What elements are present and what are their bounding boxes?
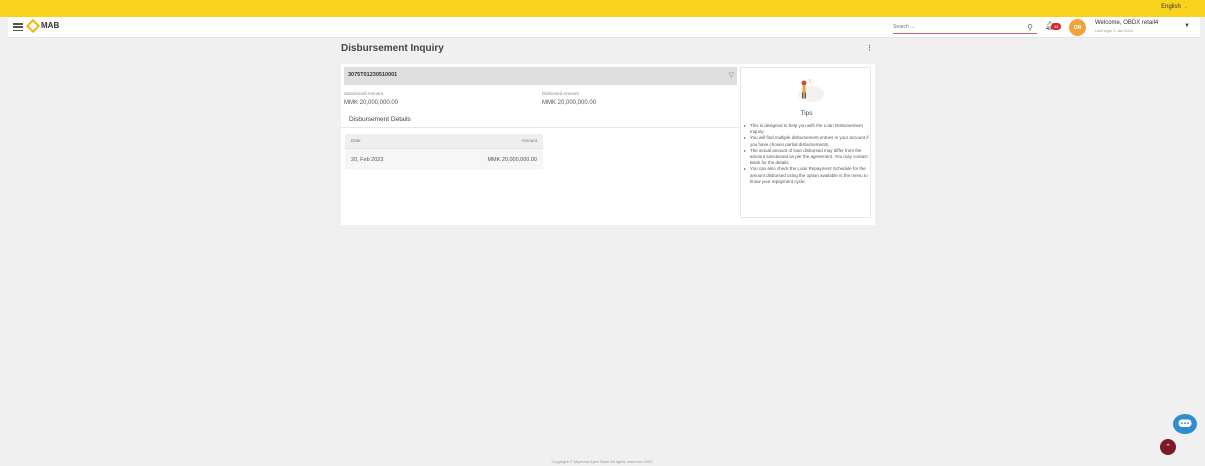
- column-header-date: Date: [351, 138, 361, 143]
- row-date: 20, Feb 2023: [351, 157, 384, 163]
- row-amount: MMK 20,000,000.00: [487, 157, 537, 163]
- tip-item: You can also check the Loan Repayment Sc…: [744, 166, 870, 185]
- bank-logo[interactable]: MAB: [25, 18, 60, 34]
- disbursed-label: Disbursed Amount: [542, 91, 579, 96]
- footer-copyright: Copyright © Myanma Apex Bank All rights …: [551, 459, 654, 464]
- disbursement-details-title: Disbursement Details: [349, 116, 411, 123]
- disbursement-table: Date Amount 20, Feb 2023 MMK 20,000,000.…: [345, 134, 543, 170]
- tips-panel: ? Tips This is designed to help you with…: [740, 67, 871, 218]
- notification-badge[interactable]: 12: [1051, 23, 1062, 30]
- search-box[interactable]: ⚲: [893, 21, 1037, 34]
- svg-text:?: ?: [808, 79, 811, 86]
- top-bar: English ⌄: [0, 0, 1205, 17]
- disbursed-value: MMK 20,000,000.00: [542, 100, 597, 106]
- chat-icon: [1178, 419, 1192, 427]
- logo-diamond-icon: [25, 18, 41, 34]
- hamburger-icon[interactable]: [13, 23, 23, 31]
- tips-illustration-icon: ?: [798, 79, 824, 102]
- table-row: 20, Feb 2023 MMK 20,000,000.00: [345, 148, 543, 170]
- page-title: Disbursement Inquiry: [341, 43, 444, 54]
- inquiry-card: 3075T01230510001 ▽ Sanctioned Amount MMK…: [341, 64, 875, 225]
- tip-item: The actual amount of loan disbursed may …: [744, 148, 870, 167]
- header: MAB ⚲ 🔔︎ 12 OR Welcome, OBDX retail4 Las…: [8, 17, 1200, 38]
- sanctioned-label: Sanctioned Amount: [344, 91, 384, 96]
- avatar[interactable]: OR: [1069, 19, 1086, 36]
- tip-item: You will find multiple disbursement entr…: [744, 135, 870, 147]
- tips-list: This is designed to help you with the Lo…: [744, 123, 870, 185]
- account-number: 3075T01230510001: [348, 72, 398, 78]
- chevron-up-icon: ⌃: [1165, 444, 1171, 451]
- search-input[interactable]: [893, 24, 1003, 30]
- column-header-amount: Amount: [521, 138, 537, 143]
- chevron-down-icon[interactable]: ▽: [729, 71, 734, 79]
- welcome-text: Welcome, OBDX retail4: [1095, 20, 1159, 26]
- divider: [341, 127, 739, 128]
- user-menu-chevron-down-icon[interactable]: ▼: [1184, 23, 1190, 29]
- search-icon[interactable]: ⚲: [1027, 23, 1033, 32]
- sanctioned-value: MMK 20,000,000.00: [344, 100, 399, 106]
- kebab-menu-icon[interactable]: ⋮: [866, 44, 873, 52]
- logo-text: MAB: [41, 21, 60, 30]
- language-caret-icon: ⌄: [1183, 4, 1188, 10]
- language-label[interactable]: English: [1161, 4, 1181, 10]
- tips-title: Tips: [800, 110, 813, 117]
- account-select[interactable]: 3075T01230510001 ▽: [344, 67, 737, 85]
- table-header: Date Amount: [345, 134, 543, 148]
- last-login-text: Last login 1 Jan 2024: [1095, 28, 1134, 33]
- tip-item: This is designed to help you with the Lo…: [744, 123, 870, 135]
- language-selector[interactable]: English ⌄: [1161, 4, 1188, 10]
- chat-button[interactable]: [1173, 414, 1197, 434]
- scroll-to-top-button[interactable]: ⌃: [1160, 439, 1176, 455]
